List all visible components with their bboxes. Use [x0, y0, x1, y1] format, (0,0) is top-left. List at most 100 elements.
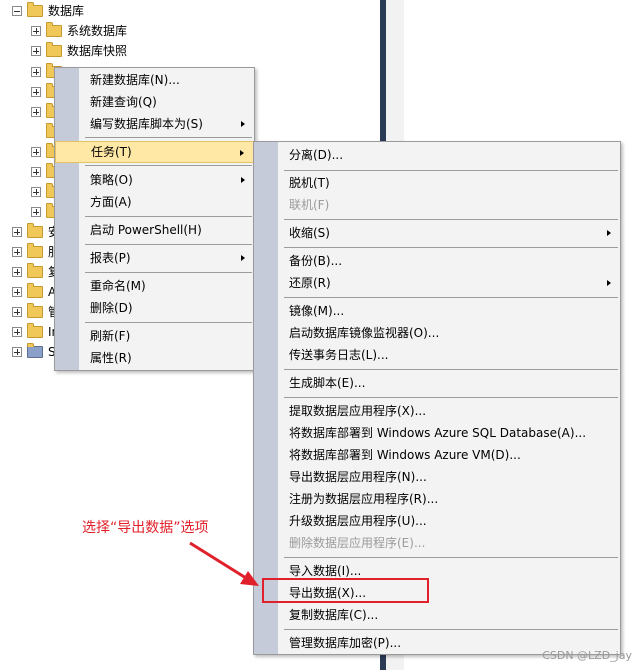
menu-item-new-database[interactable]: 新建数据库(N)... — [55, 69, 254, 91]
menu-separator — [284, 247, 618, 248]
tree-node-replication[interactable]: 复 — [0, 263, 60, 281]
folder-icon — [27, 263, 43, 278]
menu-item-delete[interactable]: 删除(D) — [55, 297, 254, 319]
tree-node-label: 数据库 — [48, 4, 85, 18]
menu-item-mirror[interactable]: 镜像(M)... — [254, 300, 620, 322]
menu-separator — [85, 216, 252, 217]
expand-icon[interactable] — [31, 167, 41, 177]
tree-node-management[interactable]: 管 — [0, 303, 60, 321]
expand-icon[interactable] — [12, 247, 22, 257]
menu-item-upgrade-data-tier-app[interactable]: 升级数据层应用程序(U)... — [254, 510, 620, 532]
expand-icon[interactable] — [31, 207, 41, 217]
menu-item-export-data-tier-app[interactable]: 导出数据层应用程序(N)... — [254, 466, 620, 488]
collapse-icon[interactable] — [12, 6, 22, 16]
menu-item-launch-mirroring-monitor[interactable]: 启动数据库镜像监视器(O)... — [254, 322, 620, 344]
menu-item-label: 分离(D)... — [289, 148, 344, 162]
menu-item-bring-online: 联机(F) — [254, 194, 620, 216]
menu-item-register-data-tier-app[interactable]: 注册为数据层应用程序(R)... — [254, 488, 620, 510]
expand-icon[interactable] — [31, 107, 41, 117]
tree-node-label: 系统数据库 — [67, 24, 128, 38]
tree-node-database-snapshots[interactable]: 数据库快照 — [0, 42, 140, 60]
tree-node-database[interactable] — [0, 183, 62, 201]
menu-item-script-database-as[interactable]: 编写数据库脚本为(S) — [55, 113, 254, 135]
expand-icon[interactable] — [12, 327, 22, 337]
folder-icon — [27, 283, 43, 298]
expand-icon[interactable] — [31, 147, 41, 157]
menu-item-restore[interactable]: 还原(R) — [254, 272, 620, 294]
tree-node-integration-services[interactable]: In — [0, 323, 59, 341]
menu-item-start-powershell[interactable]: 启动 PowerShell(H) — [55, 219, 254, 241]
folder-icon — [27, 2, 43, 17]
tree-node-database[interactable] — [0, 163, 62, 181]
menu-item-label: 升级数据层应用程序(U)... — [289, 514, 427, 528]
menu-item-facets[interactable]: 方面(A) — [55, 191, 254, 213]
submenu-arrow-icon — [241, 177, 245, 183]
menu-item-shrink[interactable]: 收缩(S) — [254, 222, 620, 244]
expand-icon[interactable] — [31, 187, 41, 197]
menu-separator — [284, 297, 618, 298]
expand-icon[interactable] — [31, 87, 41, 97]
expand-icon[interactable] — [12, 307, 22, 317]
menu-separator — [284, 557, 618, 558]
menu-item-label: 启动数据库镜像监视器(O)... — [289, 326, 440, 340]
menu-item-reports[interactable]: 报表(P) — [55, 247, 254, 269]
watermark: CSDN @LZD_jay — [542, 649, 632, 662]
menu-item-label: 还原(R) — [289, 276, 331, 290]
menu-item-detach[interactable]: 分离(D)... — [254, 144, 620, 166]
menu-item-label: 方面(A) — [90, 195, 132, 209]
tree-node-database[interactable] — [0, 203, 62, 221]
menu-item-label: 生成脚本(E)... — [289, 376, 366, 390]
menu-item-label: 管理数据库加密(P)... — [289, 636, 402, 650]
menu-item-properties[interactable]: 属性(R) — [55, 347, 254, 369]
menu-item-deploy-to-azure-vm[interactable]: 将数据库部署到 Windows Azure VM(D)... — [254, 444, 620, 466]
folder-icon — [27, 323, 43, 338]
folder-icon — [27, 303, 43, 318]
tree-node-database[interactable] — [0, 103, 62, 121]
annotation-arrow-icon — [189, 541, 259, 586]
menu-item-label: 将数据库部署到 Windows Azure VM(D)... — [289, 448, 521, 462]
menu-item-label: 备份(B)... — [289, 254, 343, 268]
expand-icon[interactable] — [12, 227, 22, 237]
expand-icon[interactable] — [31, 46, 41, 56]
menu-item-label: 编写数据库脚本为(S) — [90, 117, 203, 131]
tree-node-database[interactable] — [0, 83, 62, 101]
menu-item-label: 注册为数据层应用程序(R)... — [289, 492, 439, 506]
menu-item-label: 传送事务日志(L)... — [289, 348, 389, 362]
menu-item-rename[interactable]: 重命名(M) — [55, 275, 254, 297]
menu-item-ship-transaction-logs[interactable]: 传送事务日志(L)... — [254, 344, 620, 366]
expand-icon[interactable] — [12, 347, 22, 357]
tree-node-databases[interactable]: 数据库 — [0, 2, 120, 20]
tree-node-security[interactable]: 安 — [0, 223, 60, 241]
expand-icon[interactable] — [12, 267, 22, 277]
menu-item-deploy-to-azure-sql-database[interactable]: 将数据库部署到 Windows Azure SQL Database(A)... — [254, 422, 620, 444]
annotation-highlight-box — [262, 578, 429, 603]
tree-node-database[interactable] — [0, 123, 62, 141]
tree-node-database[interactable] — [0, 143, 62, 161]
menu-item-label: 报表(P) — [90, 251, 131, 265]
agent-icon — [27, 343, 43, 358]
menu-item-backup[interactable]: 备份(B)... — [254, 250, 620, 272]
expand-icon[interactable] — [31, 67, 41, 77]
tree-node-sql-agent[interactable]: S — [0, 343, 56, 361]
tree-node-database[interactable] — [0, 63, 62, 81]
menu-item-generate-scripts[interactable]: 生成脚本(E)... — [254, 372, 620, 394]
menu-item-take-offline[interactable]: 脱机(T) — [254, 172, 620, 194]
menu-item-refresh[interactable]: 刷新(F) — [55, 325, 254, 347]
menu-item-label: 提取数据层应用程序(X)... — [289, 404, 427, 418]
menu-item-tasks[interactable]: 任务(T) — [55, 141, 254, 163]
menu-item-label: 启动 PowerShell(H) — [90, 223, 202, 237]
tree-node-alwayson[interactable]: A — [0, 283, 56, 301]
menu-separator — [284, 397, 618, 398]
tree-node-system-databases[interactable]: 系统数据库 — [0, 22, 140, 40]
menu-item-new-query[interactable]: 新建查询(Q) — [55, 91, 254, 113]
menu-item-policies[interactable]: 策略(O) — [55, 169, 254, 191]
menu-item-copy-database[interactable]: 复制数据库(C)... — [254, 604, 620, 626]
menu-item-extract-data-tier-app[interactable]: 提取数据层应用程序(X)... — [254, 400, 620, 422]
folder-icon — [46, 42, 62, 57]
tree-node-server-objects[interactable]: 服 — [0, 243, 60, 261]
expand-icon[interactable] — [12, 287, 22, 297]
menu-item-label: 属性(R) — [90, 351, 132, 365]
annotation-text: 选择“导出数据”选项 — [82, 520, 209, 536]
expand-icon[interactable] — [31, 26, 41, 36]
menu-item-label: 刷新(F) — [90, 329, 131, 343]
